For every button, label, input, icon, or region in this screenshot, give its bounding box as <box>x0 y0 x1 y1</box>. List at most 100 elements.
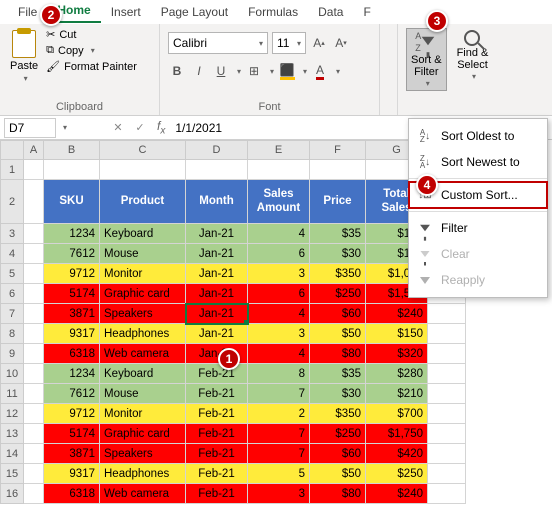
cell[interactable] <box>24 404 44 424</box>
cell[interactable]: Feb-21 <box>186 424 248 444</box>
cell[interactable]: Mouse <box>100 244 186 264</box>
tab-data[interactable]: Data <box>308 1 353 23</box>
row-header[interactable]: 15 <box>0 464 24 484</box>
italic-button[interactable]: I <box>190 60 208 82</box>
cell[interactable]: $60 <box>310 444 366 464</box>
cell[interactable]: 3871 <box>44 304 100 324</box>
cell[interactable]: $250 <box>310 424 366 444</box>
tab-f[interactable]: F <box>353 1 380 23</box>
increase-font-button[interactable]: A▴ <box>310 32 328 54</box>
cell[interactable]: $50 <box>310 464 366 484</box>
cell[interactable]: $250 <box>310 284 366 304</box>
cell[interactable]: Graphic card <box>100 424 186 444</box>
cell[interactable] <box>428 304 466 324</box>
cell[interactable] <box>24 224 44 244</box>
tab-formulas[interactable]: Formulas <box>238 1 308 23</box>
copy-button[interactable]: ⧉ Copy ▾ <box>46 44 137 57</box>
cell[interactable]: 4 <box>248 304 310 324</box>
cell[interactable]: 1234 <box>44 364 100 384</box>
cell[interactable]: 2 <box>248 404 310 424</box>
cell[interactable]: $350 <box>310 404 366 424</box>
cell[interactable]: 9317 <box>44 324 100 344</box>
cell[interactable] <box>428 464 466 484</box>
cell[interactable] <box>428 324 466 344</box>
cell[interactable]: Monitor <box>100 404 186 424</box>
cell[interactable]: $30 <box>310 244 366 264</box>
sort-oldest-item[interactable]: AZ↓ Sort Oldest to <box>409 123 547 149</box>
cell[interactable]: 3 <box>248 264 310 284</box>
tab-insert[interactable]: Insert <box>101 1 151 23</box>
row-header[interactable]: 9 <box>0 344 24 364</box>
cell[interactable]: 4 <box>248 344 310 364</box>
cell[interactable] <box>24 324 44 344</box>
tab-page-layout[interactable]: Page Layout <box>151 1 238 23</box>
cell[interactable] <box>428 364 466 384</box>
cell[interactable]: 7612 <box>44 384 100 404</box>
column-header[interactable]: E <box>248 140 310 160</box>
cell[interactable] <box>24 364 44 384</box>
font-name-select[interactable]: Calibri▾ <box>168 32 268 54</box>
sort-filter-button[interactable]: Sort & Filter ▾ <box>406 28 447 91</box>
font-color-button[interactable]: A <box>311 60 329 82</box>
cell[interactable]: $35 <box>310 364 366 384</box>
cell[interactable] <box>310 160 366 180</box>
cell[interactable]: 6318 <box>44 344 100 364</box>
cell[interactable] <box>100 160 186 180</box>
column-header[interactable]: A <box>24 140 44 160</box>
cell[interactable]: $1,750 <box>366 424 428 444</box>
row-header[interactable]: 14 <box>0 444 24 464</box>
bold-button[interactable]: B <box>168 60 186 82</box>
cell[interactable] <box>428 444 466 464</box>
cell[interactable] <box>248 160 310 180</box>
fill-color-button[interactable]: ⬛ <box>278 60 296 82</box>
table-header-cell[interactable]: Month <box>186 180 248 224</box>
cell[interactable]: Jan-21 <box>186 284 248 304</box>
cell[interactable]: Mouse <box>100 384 186 404</box>
cell[interactable] <box>428 424 466 444</box>
cell[interactable]: Feb-21 <box>186 404 248 424</box>
cell[interactable]: Speakers <box>100 444 186 464</box>
cell[interactable] <box>186 160 248 180</box>
cut-button[interactable]: ✂ Cut <box>46 28 137 41</box>
cell[interactable]: Monitor <box>100 264 186 284</box>
cell[interactable]: $50 <box>310 324 366 344</box>
cell[interactable]: 8 <box>248 364 310 384</box>
cell[interactable]: Keyboard <box>100 364 186 384</box>
cell[interactable]: Web camera <box>100 344 186 364</box>
select-all-corner[interactable] <box>0 140 24 160</box>
cell[interactable]: 5 <box>248 464 310 484</box>
cell[interactable]: 5174 <box>44 424 100 444</box>
underline-button[interactable]: U <box>212 60 230 82</box>
cell[interactable]: $420 <box>366 444 428 464</box>
cell[interactable] <box>428 484 466 504</box>
row-header[interactable]: 12 <box>0 404 24 424</box>
cell[interactable]: $150 <box>366 324 428 344</box>
accept-formula-button[interactable]: ✓ <box>129 121 151 134</box>
cell[interactable] <box>24 484 44 504</box>
cell[interactable] <box>24 384 44 404</box>
cell[interactable] <box>428 384 466 404</box>
table-header-cell[interactable]: Product <box>100 180 186 224</box>
row-header[interactable]: 13 <box>0 424 24 444</box>
cell[interactable]: $350 <box>310 264 366 284</box>
cell[interactable]: $80 <box>310 484 366 504</box>
cell[interactable]: Graphic card <box>100 284 186 304</box>
filter-item[interactable]: Filter <box>409 215 547 241</box>
cell[interactable]: $35 <box>310 224 366 244</box>
cell[interactable] <box>24 284 44 304</box>
cell[interactable] <box>24 464 44 484</box>
decrease-font-button[interactable]: A▾ <box>332 32 350 54</box>
row-header[interactable]: 1 <box>0 160 24 180</box>
cell[interactable]: Jan-21 <box>186 304 248 324</box>
formula-input[interactable]: 1/1/2021 <box>171 121 226 135</box>
cell[interactable]: 3 <box>248 484 310 504</box>
paste-button[interactable]: Paste ▾ <box>8 28 40 85</box>
table-header-cell[interactable]: Sales Amount <box>248 180 310 224</box>
row-header[interactable]: 6 <box>0 284 24 304</box>
font-size-select[interactable]: 11▾ <box>272 32 306 54</box>
cell[interactable]: $320 <box>366 344 428 364</box>
cell[interactable]: Jan-21 <box>186 244 248 264</box>
cell[interactable]: Feb-21 <box>186 484 248 504</box>
row-header[interactable]: 7 <box>0 304 24 324</box>
cell[interactable]: 9712 <box>44 404 100 424</box>
